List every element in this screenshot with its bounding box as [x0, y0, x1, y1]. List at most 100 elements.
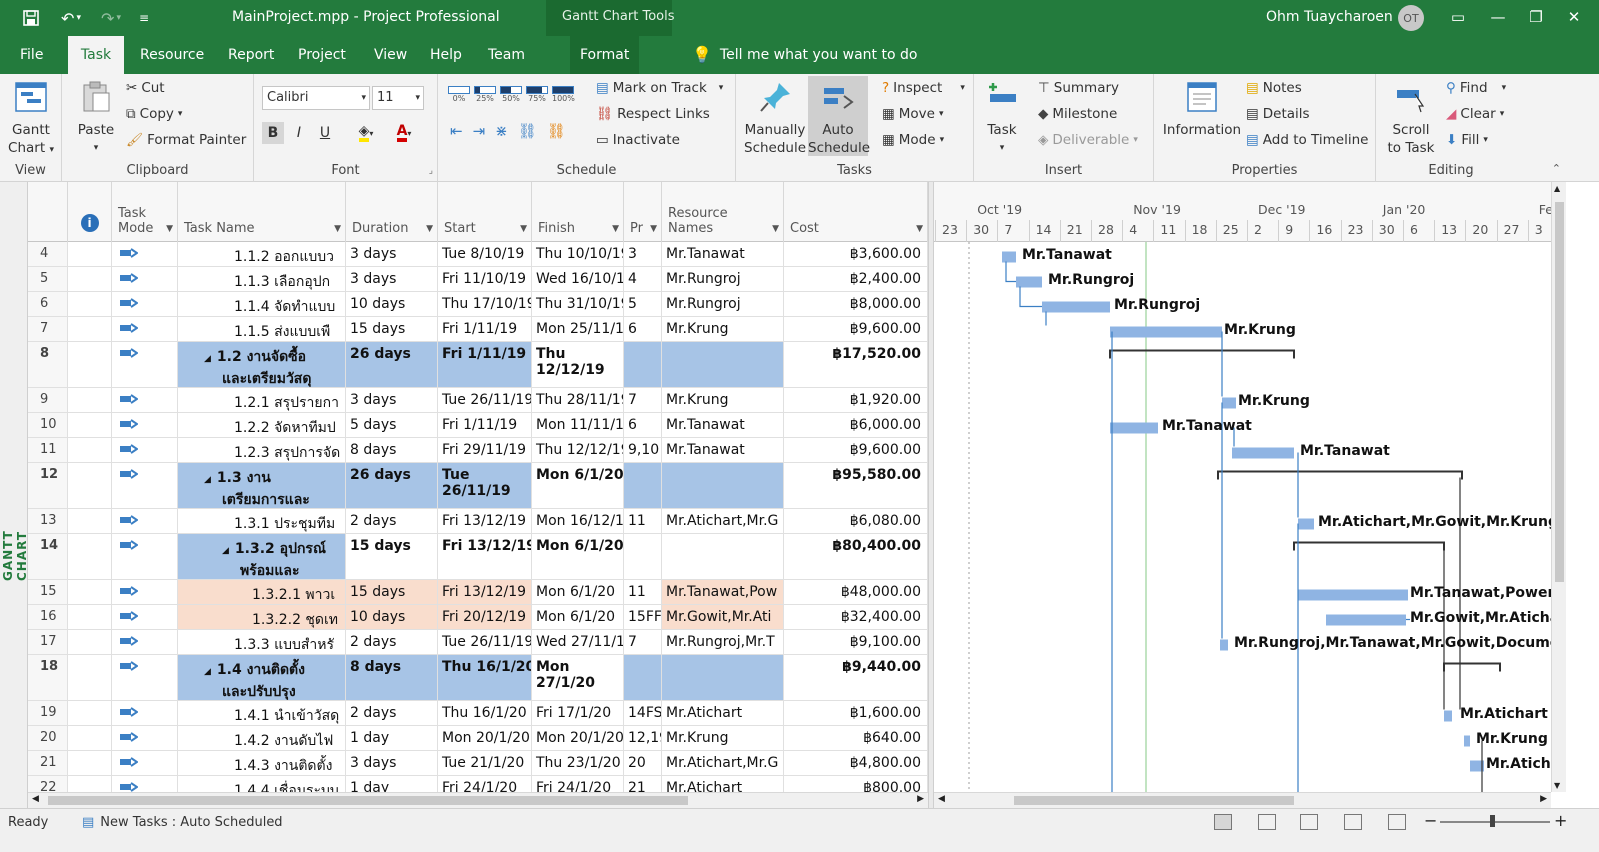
task-name-cell[interactable]: ◢ 1.4 งานติดตั้ง และปรับปรุง: [178, 655, 346, 700]
predecessors-cell[interactable]: 6: [624, 413, 662, 437]
outdent-icon[interactable]: ⇤: [450, 122, 463, 140]
table-row[interactable]: 6 1.1.4 จัดทำแบบ 10 days Thu 17/10/19 Thu 31…: [28, 292, 928, 317]
row-number[interactable]: 14: [28, 534, 68, 579]
details-button[interactable]: ▤ Details: [1246, 106, 1310, 122]
cost-cell[interactable]: ฿800.00: [784, 776, 928, 792]
gantt-task-bar[interactable]: [1220, 639, 1228, 651]
start-cell[interactable]: Fri 11/10/19: [438, 267, 532, 291]
cost-cell[interactable]: ฿17,520.00: [784, 342, 928, 387]
row-number[interactable]: 20: [28, 726, 68, 750]
gantt-task-bar[interactable]: [1110, 326, 1222, 338]
finish-cell[interactable]: Thu 12/12/19: [532, 438, 624, 462]
undo-icon[interactable]: ↶ ▾: [54, 6, 88, 30]
table-row[interactable]: 12 ◢ 1.3 งาน เตรียมการและ 26 days Tue 26/11/19…: [28, 463, 928, 509]
tab-project[interactable]: Project: [288, 36, 356, 74]
predecessors-cell[interactable]: 3: [624, 242, 662, 266]
predecessors-cell[interactable]: 4: [624, 267, 662, 291]
finish-cell[interactable]: Mon 27/1/20: [532, 655, 624, 700]
start-cell[interactable]: Fri 24/1/20: [438, 776, 532, 792]
indicator-cell[interactable]: [68, 701, 112, 725]
collapse-triangle-icon[interactable]: ◢: [204, 667, 211, 677]
ribbon-display-options-icon[interactable]: ▭: [1440, 4, 1476, 30]
start-cell[interactable]: Thu 17/10/19: [438, 292, 532, 316]
indicator-cell[interactable]: [68, 534, 112, 579]
task-name-cell[interactable]: 1.1.4 จัดทำแบบ: [178, 292, 346, 316]
header-predecessors[interactable]: Pr ▼: [624, 182, 662, 242]
close-icon[interactable]: ✕: [1556, 4, 1592, 30]
task-mode-cell[interactable]: [112, 726, 178, 750]
font-size-dropdown[interactable]: 11 ▾: [372, 86, 424, 110]
row-number[interactable]: 7: [28, 317, 68, 341]
gantt-task-bar[interactable]: [1444, 710, 1452, 722]
percent-50-button[interactable]: 50%: [500, 86, 522, 103]
task-mode-cell[interactable]: [112, 463, 178, 508]
gantt-scroll-right-icon[interactable]: ▶: [1540, 794, 1547, 804]
indicator-cell[interactable]: [68, 776, 112, 792]
customize-quick-access-icon[interactable]: ≡: [134, 6, 154, 30]
cost-cell[interactable]: ฿640.00: [784, 726, 928, 750]
task-name-cell[interactable]: 1.3.2.1 พาวเ: [178, 580, 346, 604]
task-name-cell[interactable]: 1.2.1 สรุปรายกา: [178, 388, 346, 412]
gantt-task-bar[interactable]: [1016, 276, 1042, 288]
predecessors-cell[interactable]: 11: [624, 509, 662, 533]
gantt-scroll-left-icon[interactable]: ◀: [938, 794, 945, 804]
table-row[interactable]: 19 1.4.1 นำเข้าวัสดุ 2 days Thu 16/1/20 Fri …: [28, 701, 928, 726]
indicator-cell[interactable]: [68, 342, 112, 387]
split-task-icon[interactable]: ⋇: [495, 122, 508, 140]
task-name-cell[interactable]: 1.2.2 จัดหาทีมป: [178, 413, 346, 437]
row-number[interactable]: 5: [28, 267, 68, 291]
task-mode-cell[interactable]: [112, 509, 178, 533]
task-name-cell[interactable]: 1.4.3 งานติดตั้ง: [178, 751, 346, 775]
milestone-button[interactable]: ◆ Milestone: [1038, 106, 1117, 122]
percent-100-button[interactable]: 100%: [552, 86, 575, 103]
table-row[interactable]: 4 1.1.2 ออกแบบว 3 days Tue 8/10/19 Thu 10/10…: [28, 242, 928, 267]
tab-format[interactable]: Format: [570, 36, 640, 74]
resource-names-cell[interactable]: Mr.Atichart: [662, 776, 784, 792]
finish-cell[interactable]: Fri 17/1/20: [532, 701, 624, 725]
row-number[interactable]: 15: [28, 580, 68, 604]
zoom-slider[interactable]: [1440, 821, 1550, 823]
unlink-icon[interactable]: ⛓: [547, 122, 566, 140]
duration-cell[interactable]: 3 days: [346, 751, 438, 775]
row-number[interactable]: 19: [28, 701, 68, 725]
resource-names-cell[interactable]: Mr.Rungroj: [662, 292, 784, 316]
collapse-triangle-icon[interactable]: ◢: [204, 354, 211, 364]
finish-cell[interactable]: Thu 10/10/19: [532, 242, 624, 266]
cost-cell[interactable]: ฿2,400.00: [784, 267, 928, 291]
information-button[interactable]: Information: [1162, 80, 1242, 139]
report-view-icon[interactable]: [1388, 814, 1406, 830]
indicator-cell[interactable]: [68, 580, 112, 604]
header-finish[interactable]: Finish ▼: [532, 182, 624, 242]
predecessors-cell[interactable]: [624, 463, 662, 508]
row-number[interactable]: 17: [28, 630, 68, 654]
zoom-out-icon[interactable]: −: [1424, 811, 1437, 830]
row-number[interactable]: 22: [28, 776, 68, 792]
start-cell[interactable]: Mon 20/1/20: [438, 726, 532, 750]
cost-cell[interactable]: ฿9,600.00: [784, 317, 928, 341]
predecessors-cell[interactable]: 21: [624, 776, 662, 792]
task-mode-cell[interactable]: [112, 413, 178, 437]
user-name[interactable]: Ohm Tuaycharoen: [1266, 9, 1393, 25]
header-task-mode[interactable]: Task Mode ▼: [112, 182, 178, 242]
scroll-up-icon[interactable]: ▲: [1554, 184, 1560, 193]
gantt-task-bar[interactable]: [1298, 589, 1408, 601]
start-cell[interactable]: Fri 13/12/19: [438, 509, 532, 533]
table-row[interactable]: 5 1.1.3 เลือกอุปก 3 days Fri 11/10/19 Wed 16…: [28, 267, 928, 292]
indicator-cell[interactable]: [68, 509, 112, 533]
highlight-color-button[interactable]: ◈ ▾: [350, 122, 382, 144]
percent-25-button[interactable]: 25%: [474, 86, 496, 103]
indicator-cell[interactable]: [68, 413, 112, 437]
table-horizontal-scrollbar[interactable]: ◀ ▶: [28, 792, 928, 808]
finish-cell[interactable]: Mon 6/1/20: [532, 463, 624, 508]
predecessors-cell[interactable]: 20: [624, 751, 662, 775]
finish-cell[interactable]: Thu 31/10/19: [532, 292, 624, 316]
row-number[interactable]: 8: [28, 342, 68, 387]
vertical-scroll-thumb[interactable]: [1555, 202, 1564, 582]
tab-help[interactable]: Help: [420, 36, 472, 74]
finish-cell[interactable]: Thu 28/11/19: [532, 388, 624, 412]
start-cell[interactable]: Fri 20/12/19: [438, 605, 532, 629]
duration-cell[interactable]: 10 days: [346, 605, 438, 629]
resource-names-cell[interactable]: [662, 342, 784, 387]
collapse-ribbon-icon[interactable]: ⌃: [1552, 162, 1561, 175]
finish-cell[interactable]: Fri 24/1/20: [532, 776, 624, 792]
